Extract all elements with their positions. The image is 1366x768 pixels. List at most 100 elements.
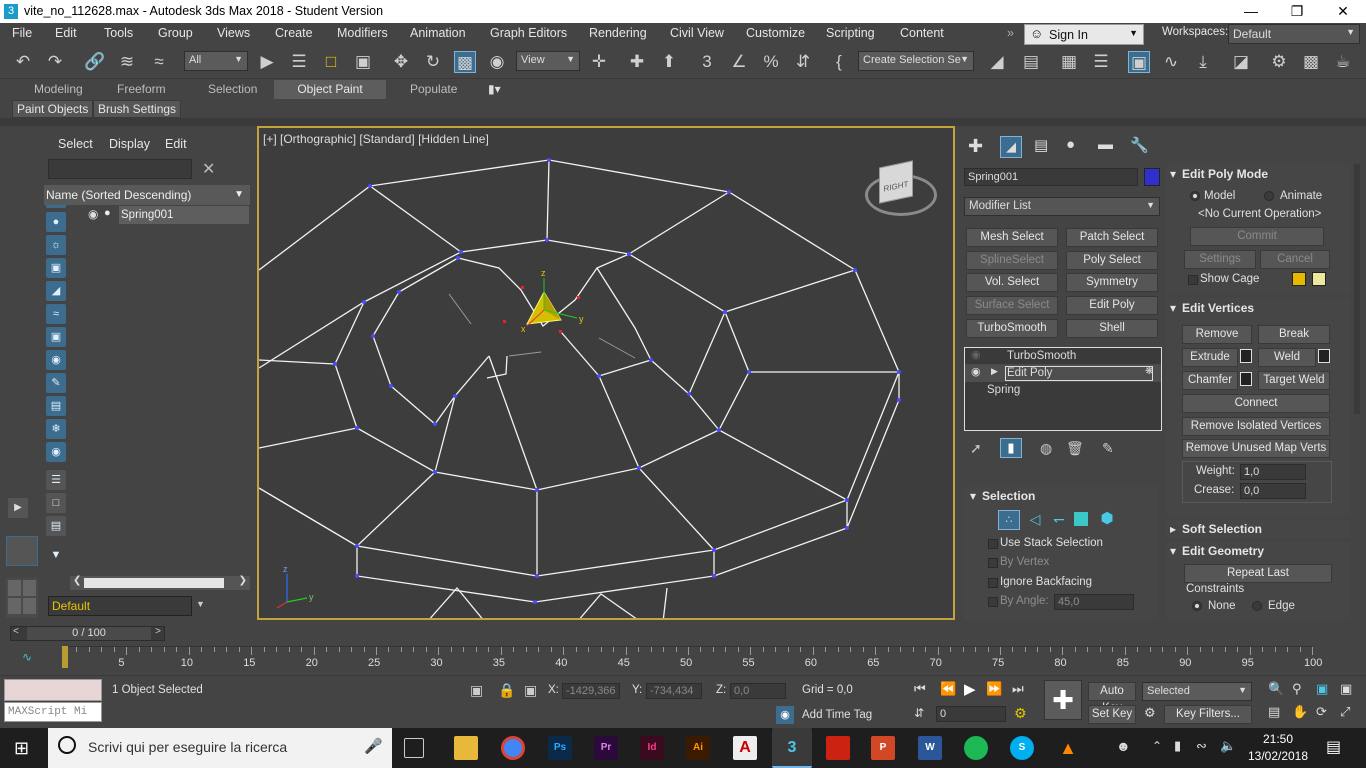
clock-date[interactable]: 13/02/2018 [1242, 749, 1314, 763]
pivot-center-icon[interactable]: ✛ [588, 51, 610, 73]
spline-select-button[interactable]: SplineSelect [966, 251, 1058, 270]
battery-icon[interactable]: ▮ [1174, 738, 1181, 754]
poly-select-button[interactable]: Poly Select [1066, 251, 1158, 270]
toggle-ribbon-icon[interactable]: ▣ [1128, 51, 1150, 73]
soft-selection-title[interactable]: Soft Selection [1182, 522, 1262, 536]
pin-stack-icon[interactable]: ➚ [970, 440, 982, 457]
camera-filter-icon[interactable]: ▣ [46, 258, 66, 278]
command-panel-scrollbar[interactable] [1354, 164, 1360, 414]
expand-icon[interactable]: ▶ [8, 498, 28, 518]
create-tab-icon[interactable]: ✚ [968, 136, 983, 157]
geometry-filter-icon[interactable]: ● [46, 212, 66, 232]
scroll-right-icon[interactable]: ❯ [239, 575, 247, 586]
target-weld-button[interactable]: Target Weld [1258, 371, 1330, 390]
spinner-snap-icon[interactable]: ⇵ [792, 51, 814, 73]
material-editor-icon[interactable]: ◪ [1230, 51, 1252, 73]
curve-editor-icon[interactable]: ∿ [1160, 51, 1182, 73]
use-stack-selection-checkbox[interactable] [988, 539, 998, 549]
time-configuration-icon[interactable]: ⚙ [1014, 705, 1027, 722]
vol-select-button[interactable]: Vol. Select [966, 273, 1058, 292]
settings-button[interactable]: Settings [1184, 250, 1256, 269]
viewport[interactable]: [+] [Orthographic] [Standard] [Hidden Li… [257, 126, 955, 620]
commit-button[interactable]: Commit [1190, 227, 1324, 246]
scrollbar-thumb[interactable] [84, 578, 224, 588]
link-icon[interactable]: 🔗 [84, 51, 106, 73]
by-angle-checkbox[interactable] [988, 597, 998, 607]
menu-group[interactable]: Group [158, 26, 193, 40]
polygon-mode-icon[interactable] [1074, 512, 1088, 526]
shell-button[interactable]: Shell [1066, 319, 1158, 338]
field-of-view-icon[interactable]: ▤ [1268, 704, 1280, 720]
select-object-icon[interactable]: ▶ [256, 51, 278, 73]
group-filter-icon[interactable]: ▣ [46, 327, 66, 347]
soft-selection-rollout[interactable]: ▸ Soft Selection [1166, 520, 1350, 538]
auto-key-button[interactable]: Auto Key [1088, 682, 1136, 714]
tab-object-paint[interactable]: Object Paint [274, 80, 386, 99]
people-icon[interactable]: ☻ [1116, 738, 1131, 754]
edge-mode-icon[interactable]: ◁ [1024, 510, 1046, 530]
vlc-icon[interactable]: ▲ [1056, 736, 1080, 760]
edit-poly-button[interactable]: Edit Poly [1066, 296, 1158, 315]
tab-selection[interactable]: Selection [208, 82, 257, 96]
menu-modifiers[interactable]: Modifiers [337, 26, 388, 40]
hierarchy-tab-icon[interactable]: ▤ [1034, 136, 1048, 154]
named-selection-set-dropdown[interactable]: Create Selection Se ▼ [858, 51, 974, 71]
viewport-layout-grid-icon[interactable] [6, 578, 38, 618]
powerpoint-icon[interactable]: P [871, 736, 895, 760]
viewcube[interactable]: RIGHT [879, 160, 913, 204]
maximize-viewport-icon[interactable]: ⤢ [1340, 704, 1350, 720]
prev-frame-icon[interactable]: < [13, 626, 19, 637]
skype-icon[interactable]: S [1010, 736, 1034, 760]
absolute-mode-icon[interactable]: ▣ [524, 682, 537, 699]
menu-animation[interactable]: Animation [410, 26, 466, 40]
premiere-icon[interactable]: Pr [594, 736, 618, 760]
redo-icon[interactable]: ↷ [44, 51, 66, 73]
hidden-filter-icon[interactable]: ◉ [46, 442, 66, 462]
sort-descending-icon[interactable]: ▼ [234, 185, 244, 205]
list-item[interactable]: ◉ ▶ Edit Poly ❋ [965, 365, 1161, 382]
selection-lock-icon[interactable]: 🔒 [498, 682, 515, 699]
modifier-list-dropdown[interactable]: Modifier List ▼ [964, 197, 1160, 216]
mirror-icon[interactable]: ◢ [986, 51, 1008, 73]
menu-scripting[interactable]: Scripting [826, 26, 875, 40]
eye-off-icon[interactable]: ◉ [971, 348, 981, 361]
maxscript-mini-listener[interactable]: MAXScript Mi [4, 702, 102, 722]
autocad-icon[interactable]: A [733, 736, 757, 760]
y-coordinate-field[interactable]: -734,434 [646, 683, 702, 699]
go-to-start-icon[interactable]: ⏮ [914, 681, 926, 697]
task-view-icon[interactable] [404, 738, 424, 758]
menu-create[interactable]: Create [275, 26, 313, 40]
rollout-collapse-icon[interactable]: ▾ [1170, 167, 1176, 181]
key-mode-toggle-icon[interactable]: ⇵ [914, 706, 924, 720]
list-item[interactable]: ◉ TurboSmooth [965, 348, 1161, 365]
current-layer-field[interactable]: Default [48, 596, 192, 616]
3ds-max-icon[interactable]: 3 [772, 728, 812, 768]
paint-objects-button[interactable]: Paint Objects [12, 100, 94, 118]
rollout-collapse-icon[interactable]: ▾ [970, 489, 976, 503]
schematic-view-icon[interactable]: ⤓ [1192, 51, 1214, 73]
bone-filter-icon[interactable]: ✎ [46, 373, 66, 393]
object-name-field[interactable]: Spring001 [964, 168, 1138, 186]
select-manipulate-icon[interactable]: ✚ [626, 51, 648, 73]
volume-icon[interactable]: 🔈 [1220, 738, 1236, 754]
frozen-filter-icon[interactable]: ❄ [46, 419, 66, 439]
scroll-left-icon[interactable]: ❮ [73, 575, 81, 586]
selection-rollout-title[interactable]: Selection [982, 489, 1035, 503]
play-icon[interactable]: ▶ [964, 680, 976, 698]
time-tag-icon[interactable]: ◉ [776, 706, 794, 724]
all-icon[interactable]: □ [46, 493, 66, 513]
mesh-select-button[interactable]: Mesh Select [966, 228, 1058, 247]
spacewarp-filter-icon[interactable]: ≈ [46, 304, 66, 324]
maximize-button[interactable]: ❐ [1274, 0, 1320, 23]
clear-search-icon[interactable]: ✕ [202, 159, 215, 179]
object-color-swatch[interactable] [1144, 168, 1160, 186]
explorer-tab-edit[interactable]: Edit [165, 137, 187, 151]
key-filter-icon[interactable]: ⚙ [1144, 705, 1156, 721]
cage-selected-color-swatch[interactable] [1312, 272, 1326, 286]
placement-icon[interactable]: ◉ [486, 51, 508, 73]
pan-icon[interactable]: ✋ [1292, 704, 1308, 720]
set-key-button[interactable]: Set Key [1088, 705, 1136, 724]
animate-radio[interactable] [1264, 191, 1274, 201]
scene-explorer-icon[interactable]: ▦ [1058, 51, 1080, 73]
go-to-end-icon[interactable]: ⏭ [1012, 681, 1024, 697]
